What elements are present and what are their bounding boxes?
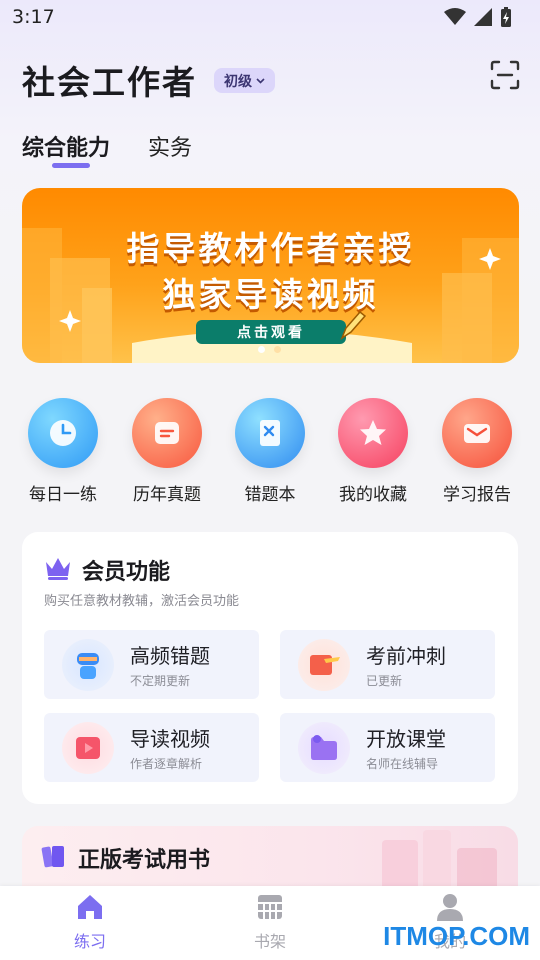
robot-icon [62, 639, 114, 691]
folder-class-icon [298, 722, 350, 774]
quick-action-label: 每日一练 [29, 485, 97, 505]
feature-sub: 名师在线辅导 [366, 757, 439, 771]
quick-action-label: 错题本 [244, 485, 296, 505]
level-selector[interactable]: 初级 [214, 68, 275, 93]
quick-action-label: 历年真题 [133, 485, 201, 505]
quick-action-label: 我的收藏 [339, 485, 407, 505]
pencil-icon [340, 310, 366, 340]
star-icon [338, 398, 408, 468]
page-title: 社会工作者 [22, 63, 197, 102]
books-icon [41, 846, 64, 868]
banner-headline: 指导教材作者亲授 [126, 229, 415, 268]
carousel-dot-active [258, 346, 265, 353]
status-time: 3:17 [12, 6, 55, 28]
nav-practice[interactable]: 练习 [50, 892, 130, 952]
feature-exam-sprint[interactable]: 考前冲刺 已更新 [280, 630, 495, 699]
feature-sub: 不定期更新 [130, 674, 191, 688]
member-title: 会员功能 [82, 560, 171, 585]
feature-high-freq-errors[interactable]: 高频错题 不定期更新 [44, 630, 259, 699]
sprint-icon [298, 639, 350, 691]
scan-icon[interactable] [490, 60, 520, 90]
quick-action-favorites[interactable]: 我的收藏 [321, 398, 425, 505]
wrong-book-icon [235, 398, 305, 468]
signal-icon [474, 8, 492, 26]
tab-comprehensive[interactable]: 综合能力 [22, 130, 110, 162]
clock-icon [28, 398, 98, 468]
nav-label: 练习 [73, 932, 106, 951]
video-play-icon [62, 722, 114, 774]
tab-practice[interactable]: 实务 [148, 130, 192, 162]
carousel-dot [274, 346, 281, 353]
crown-icon [46, 558, 70, 580]
feature-open-class[interactable]: 开放课堂 名师在线辅导 [280, 713, 495, 782]
home-icon [78, 895, 102, 919]
level-label: 初级 [224, 73, 252, 90]
promo-banner[interactable]: 指导教材作者亲授 独家导读视频 点击观看 [22, 188, 519, 363]
feature-title: 导读视频 [130, 727, 210, 751]
member-card: 会员功能 购买任意教材教辅，激活会员功能 高频错题 不定期更新 考前冲刺 已更新… [22, 532, 518, 804]
quick-action-daily[interactable]: 每日一练 [11, 398, 115, 505]
nav-label: 书架 [253, 932, 286, 951]
nav-bookshelf[interactable]: 书架 [230, 892, 310, 952]
official-books-title: 正版考试用书 [78, 848, 211, 873]
user-icon [437, 894, 463, 921]
chevron-down-icon [256, 77, 265, 84]
feature-title: 考前冲刺 [366, 644, 446, 668]
bookshelf-icon [258, 895, 282, 919]
mail-report-icon [442, 398, 512, 468]
feature-guide-video[interactable]: 导读视频 作者逐章解析 [44, 713, 259, 782]
quick-action-wrong-book[interactable]: 错题本 [218, 398, 322, 505]
battery-icon [501, 7, 511, 27]
member-subtitle: 购买任意教材教辅，激活会员功能 [44, 594, 240, 609]
wifi-icon [444, 8, 466, 25]
tab-active-indicator [52, 163, 90, 168]
quick-action-past-exams[interactable]: 历年真题 [115, 398, 219, 505]
quick-action-label: 学习报告 [443, 485, 511, 505]
banner-subheadline: 独家导读视频 [162, 275, 379, 314]
quick-action-report[interactable]: 学习报告 [425, 398, 529, 505]
watch-now-button[interactable]: 点击观看 [196, 320, 346, 344]
feature-sub: 作者逐章解析 [130, 757, 203, 771]
feature-title: 高频错题 [130, 644, 210, 668]
feature-title: 开放课堂 [366, 727, 446, 751]
watermark: ITMOP.COM [383, 921, 530, 951]
feature-sub: 已更新 [366, 674, 403, 688]
exam-paper-icon [132, 398, 202, 468]
status-icons [444, 7, 512, 27]
